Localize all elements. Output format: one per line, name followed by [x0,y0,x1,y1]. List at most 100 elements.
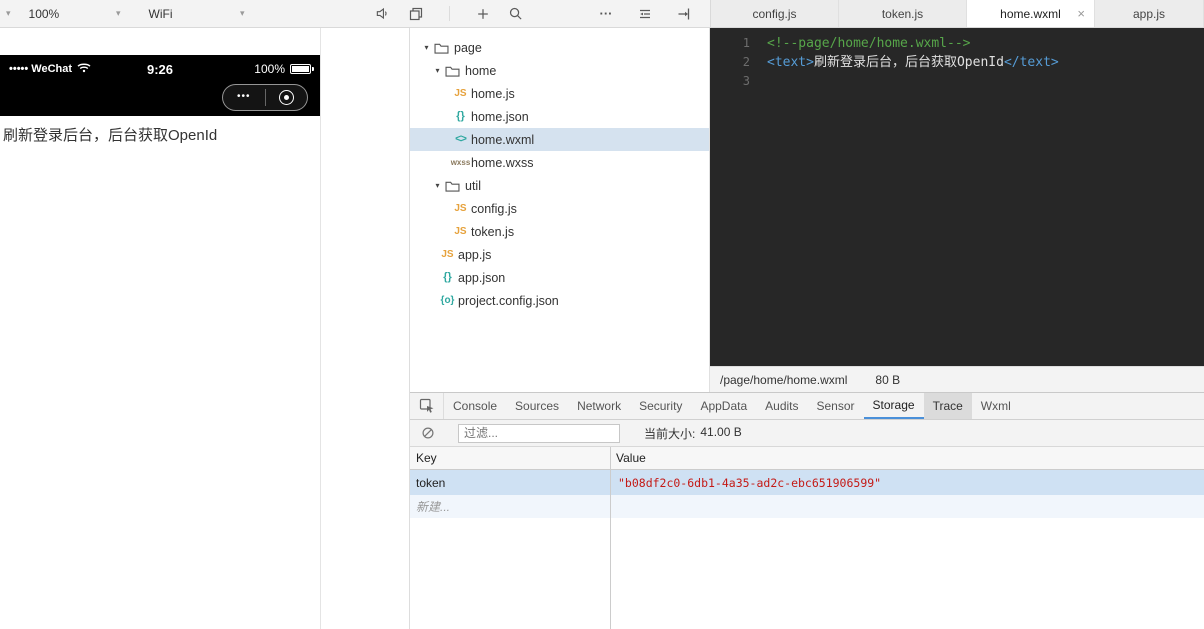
tab-network[interactable]: Network [568,393,630,419]
file-label: config.js [471,201,517,216]
tab-sensor[interactable]: Sensor [808,393,864,419]
tab-home-wxml[interactable]: home.wxml × [967,0,1095,27]
tree-item-page[interactable]: ▾ page [410,36,709,59]
caret-down-icon[interactable]: ▾ [420,43,433,52]
line-number: 1 [742,36,750,50]
tree-item-home-wxss[interactable]: wxss home.wxss [410,151,709,174]
chevron-down-icon: ▾ [116,8,121,18]
editor-layout-icon[interactable] [635,4,655,24]
inspect-element-icon[interactable] [410,393,444,419]
tab-label: config.js [752,6,797,21]
new-entry-label: 新建... [416,500,451,514]
file-label: home.wxss [471,155,534,170]
tree-item-app-js[interactable]: JS app.js [410,243,709,266]
tab-token-js[interactable]: token.js [839,0,967,27]
simulator-panel: ••••• WeChat 9:26 100% ••• 刷新登录后台，后台获取Op… [0,28,410,629]
wxss-file-icon: wxss [450,157,471,167]
battery-icon [290,64,314,74]
right-area: ▾ page ▾ home JS home.js {} home.json <>… [410,28,1204,629]
tab-sources[interactable]: Sources [506,393,568,419]
main-toolbar: ▾ 100% ▾ WiFi ▾ ··· [0,0,710,27]
line-content: <!--page/home/home.wxml--> [750,34,971,53]
ellipsis-icon: ••• [236,91,251,102]
tab-storage[interactable]: Storage [863,393,924,419]
toolbar-divider [448,6,450,21]
code-editor[interactable]: 1 <!--page/home/home.wxml--> 2 <text>刷新登… [710,28,1204,366]
search-icon[interactable] [506,4,526,24]
wifi-icon [77,62,91,76]
tree-item-token-js[interactable]: JS token.js [410,220,709,243]
table-row[interactable]: token "b08df2c0-6db1-4a35-ad2c-ebc651906… [410,470,1204,495]
tag-token: </text> [1003,55,1059,70]
tree-item-home[interactable]: ▾ home [410,59,709,82]
comment-token: <!--page/home/home.wxml--> [767,36,971,51]
device-dropdown-caret-icon[interactable]: ▾ [6,9,11,18]
code-line: 1 <!--page/home/home.wxml--> [710,34,1204,53]
tree-item-app-json[interactable]: {} app.json [410,266,709,289]
debugger-panel: Console Sources Network Security AppData… [410,392,1204,629]
tree-item-home-json[interactable]: {} home.json [410,105,709,128]
tree-item-home-wxml[interactable]: <> home.wxml [410,128,709,151]
tab-security[interactable]: Security [630,393,691,419]
size-label: 当前大小: [644,426,696,441]
close-tab-icon[interactable]: × [1077,6,1085,21]
tab-trace[interactable]: Trace [923,393,972,419]
tree-item-config-js[interactable]: JS config.js [410,197,709,220]
zoom-dropdown[interactable]: 100% ▾ [29,7,121,21]
tab-appdata[interactable]: AppData [691,393,756,419]
toolbar-icon-group-left [373,4,526,24]
file-size-label: 80 B [875,372,901,387]
compile-icon[interactable] [674,4,694,24]
column-divider[interactable] [610,447,611,629]
line-number: 2 [742,55,750,69]
tab-label: home.wxml [1000,6,1061,21]
menu-button[interactable]: ••• [223,92,265,102]
folder-label: page [454,40,482,55]
exit-button[interactable] [266,89,308,105]
file-explorer: ▾ page ▾ home JS home.js {} home.json <>… [410,28,710,392]
column-header-key[interactable]: Key [410,451,610,465]
debugger-tabbar: Console Sources Network Security AppData… [410,393,1204,420]
tree-item-util[interactable]: ▾ util [410,174,709,197]
network-dropdown[interactable]: WiFi ▾ [149,7,245,21]
cascade-windows-icon[interactable] [406,4,426,24]
json-file-icon: {} [443,271,452,283]
clear-icon[interactable] [418,423,438,443]
folder-icon [434,42,449,54]
line-content: <text>刷新登录后台，后台获取OpenId</text> [750,53,1059,72]
more-options-icon[interactable]: ··· [596,4,616,24]
folder-icon [445,65,460,77]
editor-tabstrip: config.js token.js home.wxml × app.js [710,0,1204,27]
add-icon[interactable] [473,4,493,24]
new-entry-row[interactable]: 新建... [410,495,1204,518]
capsule-menu: ••• [222,83,308,111]
tab-label: app.js [1132,6,1166,21]
table-header: Key Value [410,447,1204,470]
caret-down-icon[interactable]: ▾ [431,66,444,75]
main-content: ••••• WeChat 9:26 100% ••• 刷新登录后台，后台获取Op… [0,28,1204,629]
tab-wxml[interactable]: Wxml [972,393,1020,419]
file-label: project.config.json [458,293,559,308]
carrier-label: ••••• WeChat [9,63,73,75]
tab-config-js[interactable]: config.js [711,0,839,27]
tab-app-js[interactable]: app.js [1095,0,1204,27]
wechat-devtools-window: ▾ 100% ▾ WiFi ▾ ··· config.js token.js h… [0,0,1204,629]
storage-key: token [416,475,446,490]
upper-area: ▾ page ▾ home JS home.js {} home.json <>… [410,28,1204,392]
page-text: 刷新登录后台，后台获取OpenId [3,127,218,144]
storage-size: 当前大小: 41.00 B [644,425,742,442]
sound-icon[interactable] [373,4,393,24]
zoom-value: 100% [28,6,60,21]
column-header-value[interactable]: Value [610,451,1204,465]
home-circle-icon [278,89,294,105]
tree-item-project-config-json[interactable]: {o} project.config.json [410,289,709,312]
storage-table: Key Value token "b08df2c0-6db1-4a35-ad2c… [410,447,1204,629]
phone-header: ••••• WeChat 9:26 100% ••• [0,55,320,116]
size-value: 41.00 B [700,424,742,439]
filter-input[interactable] [458,423,620,443]
caret-down-icon[interactable]: ▾ [431,181,444,190]
tab-audits[interactable]: Audits [756,393,807,419]
tree-item-home-js[interactable]: JS home.js [410,82,709,105]
tag-token: <text> [767,55,814,70]
tab-console[interactable]: Console [444,393,506,419]
